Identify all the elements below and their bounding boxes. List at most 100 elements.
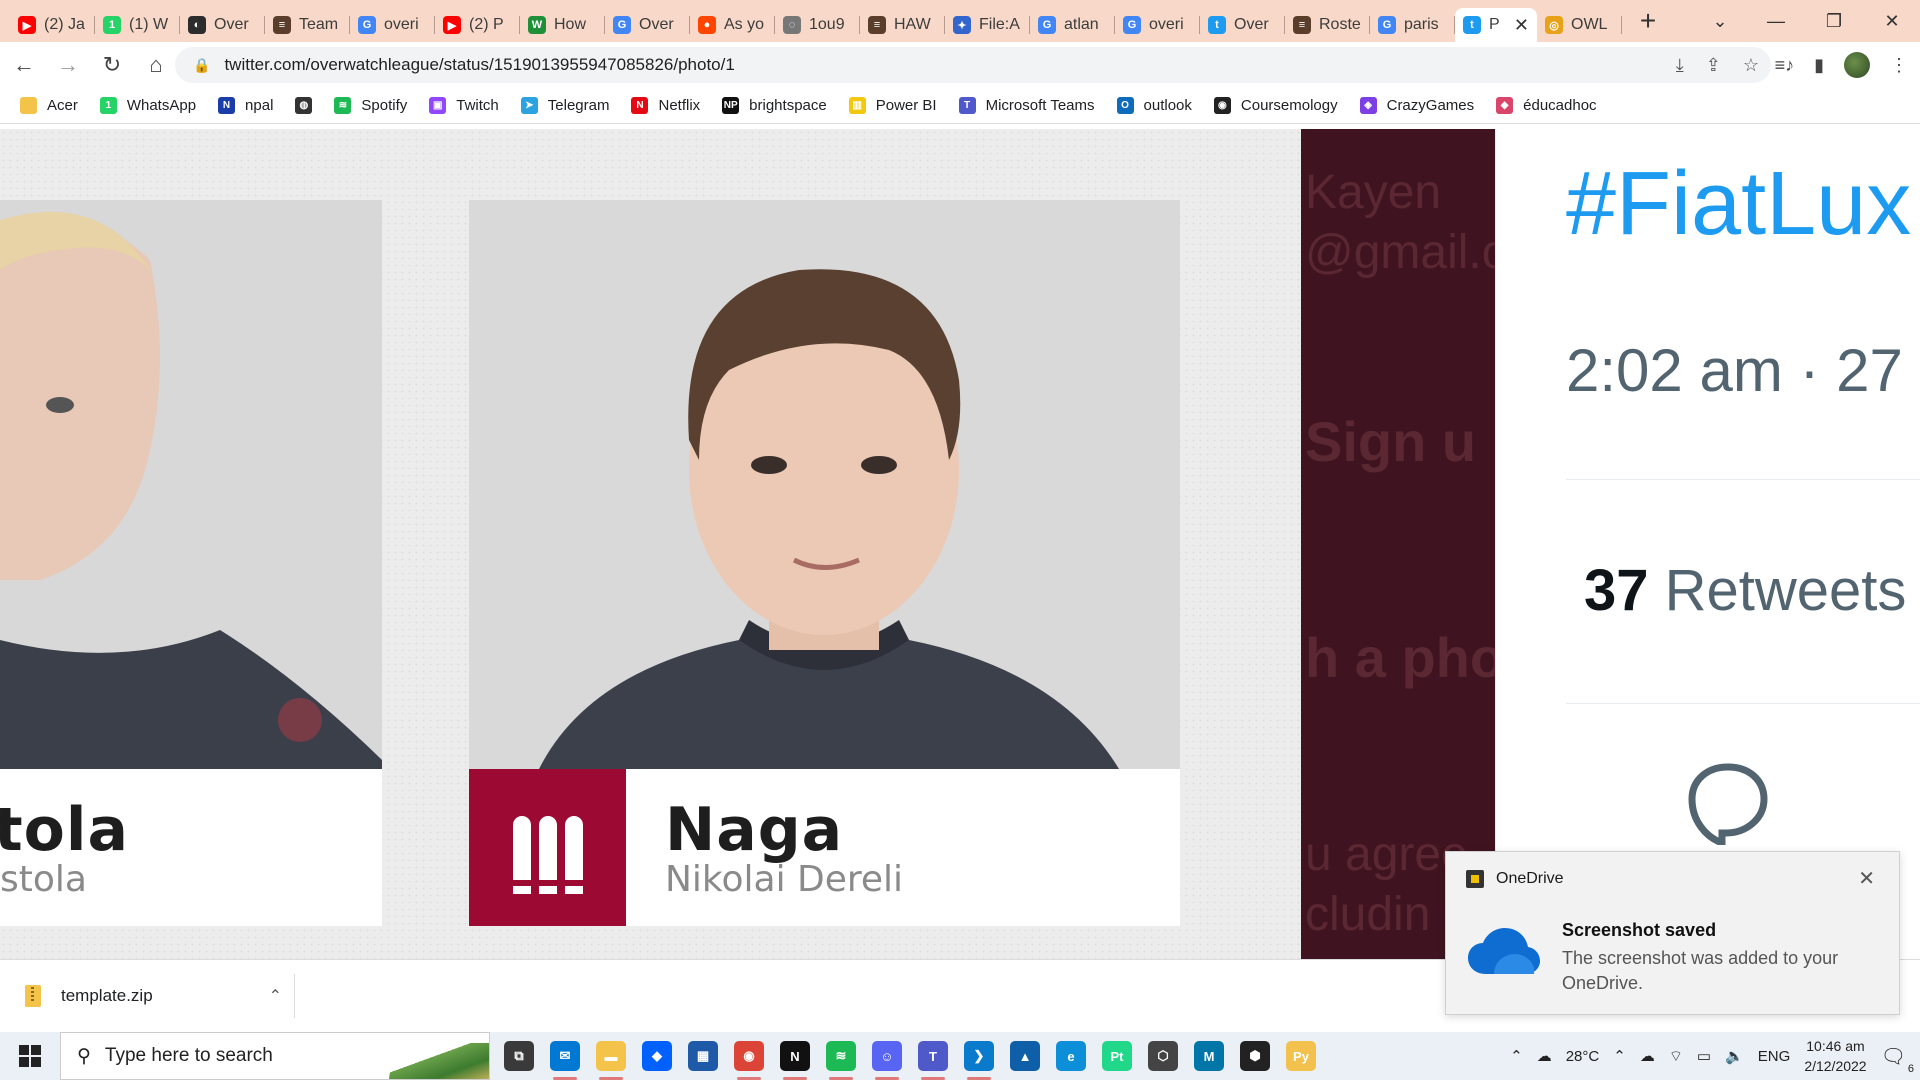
bookmark-item[interactable]: T Microsoft Teams xyxy=(958,97,1095,114)
taskbar-search[interactable]: ⚲ Type here to search xyxy=(60,1032,490,1080)
browser-tab[interactable]: Goveri xyxy=(350,8,435,42)
bookmark-item[interactable]: ≋ Spotify xyxy=(334,97,407,114)
network-icon[interactable]: ⌔ xyxy=(1669,1047,1683,1066)
reply-icon[interactable] xyxy=(1686,761,1770,845)
browser-tab[interactable]: ◐ Over xyxy=(180,8,265,42)
browser-tab[interactable]: ≡ Team xyxy=(265,8,350,42)
tab-search-dropdown-icon[interactable]: ⌄ xyxy=(1692,0,1748,42)
browser-tab[interactable]: ▶ (2) Ja xyxy=(10,8,95,42)
unity-app-icon[interactable]: ⬢ xyxy=(1240,1041,1270,1071)
chevron-up-icon[interactable]: ⌃ xyxy=(269,986,294,1006)
notification-center-icon[interactable]: 🗨 6 xyxy=(1881,1044,1914,1075)
bookmark-item[interactable]: ▣ Twitch xyxy=(429,97,499,114)
minimize-button[interactable]: — xyxy=(1748,0,1804,42)
browser-tab[interactable]: W How xyxy=(520,8,605,42)
browser-tab[interactable]: ▶ (2) P xyxy=(435,8,520,42)
bookmark-star-icon[interactable]: ☆ xyxy=(1743,55,1759,76)
tweet-timestamp[interactable]: 2:02 am · 27 xyxy=(1566,336,1903,405)
spotify-app-icon[interactable]: ≋ xyxy=(826,1041,856,1080)
player-photo-left xyxy=(0,200,382,769)
volume-icon[interactable]: 🔈 xyxy=(1725,1047,1744,1065)
browser-tab[interactable]: 1 (1) W xyxy=(95,8,180,42)
close-tab-icon[interactable]: ✕ xyxy=(1514,15,1529,36)
url-text[interactable]: twitter.com/overwatchleague/status/15190… xyxy=(224,55,734,75)
onedrive-notification[interactable]: OneDrive ✕ Screenshot saved The screensh… xyxy=(1445,851,1900,1015)
matlab-app-icon[interactable]: M xyxy=(1194,1041,1224,1071)
bookmark-item[interactable]: ◉ Coursemology xyxy=(1213,97,1338,114)
teams-app-icon[interactable]: T xyxy=(918,1041,948,1080)
browser-tab[interactable]: Goveri xyxy=(1115,8,1200,42)
python-app-icon[interactable]: Py xyxy=(1286,1041,1316,1071)
language-indicator[interactable]: ENG xyxy=(1758,1048,1791,1065)
bookmark-item[interactable]: N Netflix xyxy=(631,97,700,114)
download-item[interactable]: template.zip ⌃ xyxy=(25,974,295,1018)
bookmark-item[interactable]: ◈ CrazyGames xyxy=(1359,97,1474,114)
bookmark-item[interactable]: Ooutlook xyxy=(1116,97,1192,114)
address-bar[interactable]: 🔒 twitter.com/overwatchleague/status/151… xyxy=(175,47,1771,83)
browser-tab[interactable]: ◌ 1ou9 xyxy=(775,8,860,42)
browser-tab[interactable]: ● As yo xyxy=(690,8,775,42)
tab-active[interactable]: t P ✕ xyxy=(1455,8,1537,42)
file-explorer-app-icon[interactable]: ▬ xyxy=(596,1041,626,1080)
bookmark-item[interactable]: ▥ Power BI xyxy=(848,97,937,114)
browser-tab[interactable]: ◎ OWL xyxy=(1537,8,1622,42)
weather-icon[interactable]: ☁ xyxy=(1537,1047,1552,1065)
netflix-app-icon[interactable]: N xyxy=(780,1041,810,1080)
chevron-up-icon[interactable]: ⌃ xyxy=(1613,1047,1626,1065)
battery-icon[interactable]: ▭ xyxy=(1697,1047,1711,1065)
new-tab-button[interactable]: + xyxy=(1628,1,1668,41)
start-button[interactable] xyxy=(0,1032,60,1080)
dropbox-app-icon[interactable]: ◆ xyxy=(642,1041,672,1071)
browser-tab[interactable]: Gatlan xyxy=(1030,8,1115,42)
browser-tab[interactable]: ✦ File:A xyxy=(945,8,1030,42)
bookmark-item[interactable]: NP brightspace xyxy=(722,97,827,114)
unity-hub-app-icon[interactable]: ⬡ xyxy=(1148,1041,1178,1071)
tweet-photo[interactable]: tola stola Naga Nikolai Dereli xyxy=(0,129,1301,959)
bookmark-item[interactable]: ◆ éducadhoc xyxy=(1496,97,1597,114)
store-app-icon[interactable]: ▦ xyxy=(688,1041,718,1071)
edge-app-icon[interactable]: e xyxy=(1056,1041,1086,1071)
profile-avatar[interactable] xyxy=(1844,52,1870,78)
browser-tab[interactable]: t Over xyxy=(1200,8,1285,42)
back-button[interactable]: ← xyxy=(4,45,44,85)
bookmark-item[interactable]: ➤ Telegram xyxy=(520,97,609,114)
browser-tab[interactable]: G Over xyxy=(605,8,690,42)
close-icon[interactable]: ✕ xyxy=(1858,866,1875,891)
home-button[interactable]: ⌂ xyxy=(136,45,176,85)
show-hidden-icons[interactable]: ⌃ xyxy=(1510,1047,1523,1065)
restore-button[interactable]: ❐ xyxy=(1806,0,1862,42)
onedrive-tray-icon[interactable]: ☁ xyxy=(1640,1047,1655,1065)
reload-button[interactable]: ↻ xyxy=(92,45,132,85)
side-panel-icon[interactable]: ▮ xyxy=(1814,55,1824,76)
close-window-button[interactable]: ✕ xyxy=(1864,0,1920,42)
forward-button[interactable]: → xyxy=(48,45,88,85)
bookmark-item[interactable]: 1 WhatsApp xyxy=(99,97,196,114)
taskbar-clock[interactable]: 10:46 am 2/12/2022 xyxy=(1804,1036,1866,1076)
tab-favicon-icon: ▶ xyxy=(18,16,36,34)
retweets-stat[interactable]: 37 Retweets xyxy=(1584,557,1906,624)
bookmark-item[interactable]: Acer xyxy=(20,97,78,114)
weather-temp[interactable]: 28°C xyxy=(1566,1048,1600,1065)
tab-favicon-icon: G xyxy=(1378,16,1396,34)
task-view-app-icon[interactable]: ⧉ xyxy=(504,1041,534,1071)
menu-icon[interactable]: ⋮ xyxy=(1890,55,1908,76)
discord-app-icon[interactable]: ☺ xyxy=(872,1041,902,1080)
install-app-icon[interactable]: ⤓ xyxy=(1676,55,1684,76)
photos-app-icon[interactable]: ▲ xyxy=(1010,1041,1040,1071)
media-controls-icon[interactable]: ≡♪ xyxy=(1775,55,1795,76)
tweet-hashtag[interactable]: #FiatLux xyxy=(1566,153,1911,256)
bookmark-item[interactable]: Nnpal xyxy=(218,97,273,114)
share-icon[interactable]: ⇪ xyxy=(1706,55,1721,76)
chrome-app-icon[interactable]: ◉ xyxy=(734,1041,764,1080)
tab-title: (2) P xyxy=(469,16,504,33)
bookmark-favicon-icon: ▥ xyxy=(848,97,866,114)
pycharm-app-icon[interactable]: Pt xyxy=(1102,1041,1132,1071)
bookmark-item[interactable]: ◍ xyxy=(295,97,313,114)
lock-icon[interactable]: 🔒 xyxy=(193,57,210,74)
mail-app-icon[interactable]: ✉ xyxy=(550,1041,580,1080)
browser-tab[interactable]: Gparis xyxy=(1370,8,1455,42)
bookmark-label: outlook xyxy=(1143,97,1192,114)
browser-tab[interactable]: ≡ Roste xyxy=(1285,8,1370,42)
vscode-app-icon[interactable]: ❯ xyxy=(964,1041,994,1080)
browser-tab[interactable]: ≡ HAW xyxy=(860,8,945,42)
